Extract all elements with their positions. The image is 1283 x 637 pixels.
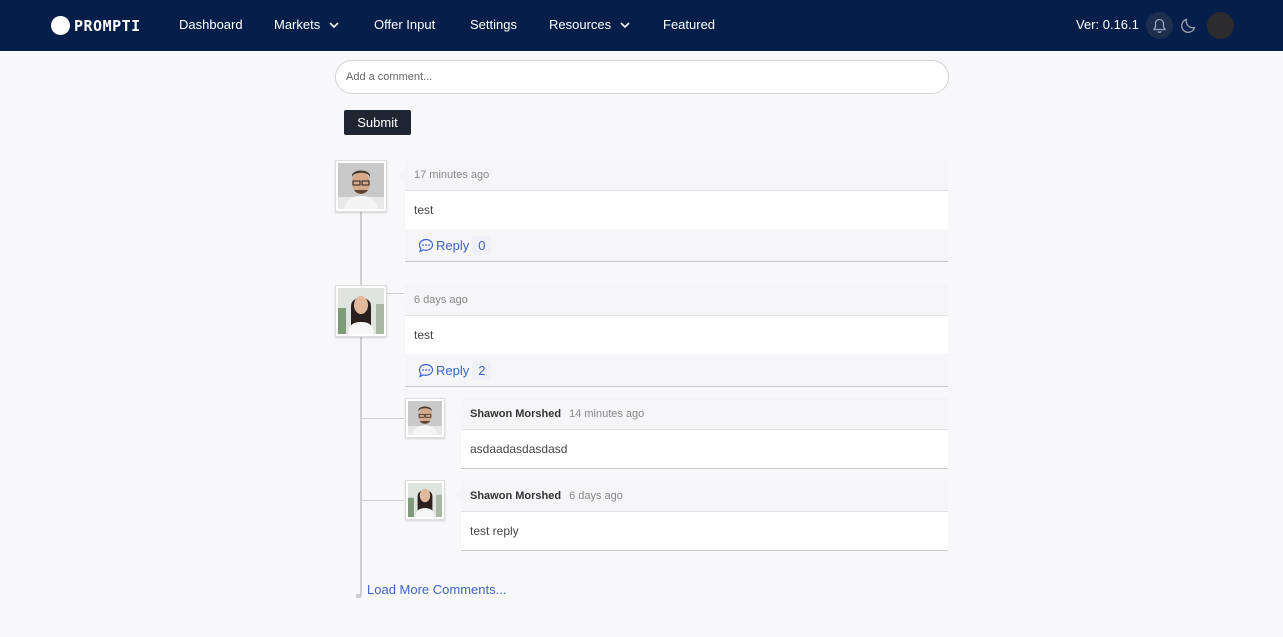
nav-settings-label: Settings	[470, 17, 517, 32]
man-avatar-icon	[338, 163, 384, 209]
card-pointer	[398, 295, 405, 307]
thread-connector	[386, 293, 404, 294]
comment-time: 6 days ago	[414, 294, 468, 306]
comment-footer: Reply 0	[405, 229, 948, 261]
avatar[interactable]	[405, 398, 445, 438]
comment-text-value: test	[414, 328, 434, 342]
nav-dashboard[interactable]: Dashboard	[179, 17, 243, 32]
comment-time: 17 minutes ago	[414, 169, 490, 181]
reply-label: Reply	[436, 362, 470, 378]
reply-text: test reply	[461, 512, 948, 550]
reply-card: Shawon Morshed 14 minutes ago asdaadasda…	[454, 398, 948, 469]
comment-header: 6 days ago	[405, 285, 948, 316]
reply-header: Shawon Morshed 14 minutes ago	[461, 398, 948, 430]
chevron-down-icon	[329, 21, 339, 28]
reply-author[interactable]: Shawon Morshed	[470, 490, 561, 502]
nav-featured-label: Featured	[663, 17, 716, 32]
reply-count: 0	[472, 235, 492, 255]
chat-bubble-icon	[418, 238, 434, 253]
card-pointer	[454, 489, 461, 501]
comment-card: 17 minutes ago test Reply 0	[398, 160, 948, 262]
nav-offer-input[interactable]: Offer Input	[374, 17, 435, 32]
theme-toggle[interactable]	[1178, 15, 1198, 35]
comment-text-value: test	[414, 203, 434, 217]
reply-card: Shawon Morshed 6 days ago test reply	[454, 480, 948, 551]
comment-text: test	[405, 191, 948, 229]
comment-header: 17 minutes ago	[405, 160, 948, 191]
comment-input[interactable]	[335, 60, 949, 94]
moon-icon	[1180, 18, 1195, 33]
reply-count: 2	[472, 360, 492, 380]
comment-text: test	[405, 316, 948, 354]
nav-markets[interactable]: Markets	[274, 17, 339, 32]
version-label: Ver: 0.16.1	[1076, 17, 1139, 32]
thread-line-end	[356, 594, 361, 598]
reply-text-value: test reply	[470, 524, 519, 538]
woman-avatar-icon	[338, 288, 384, 334]
nav-resources[interactable]: Resources	[549, 17, 630, 32]
reply-text-value: asdaadasdasdasd	[470, 442, 568, 456]
load-more-comments-link[interactable]: Load More Comments...	[367, 582, 506, 597]
reply-header: Shawon Morshed 6 days ago	[461, 480, 948, 512]
avatar[interactable]	[335, 160, 387, 212]
nav-dashboard-label: Dashboard	[179, 17, 243, 32]
nav-settings[interactable]: Settings	[470, 17, 517, 32]
brand-logo[interactable]: PROMPTI	[51, 16, 141, 35]
notifications-button[interactable]	[1146, 12, 1173, 39]
submit-button[interactable]: Submit	[344, 110, 411, 135]
reply-time: 14 minutes ago	[569, 407, 645, 420]
chat-bubble-icon	[418, 363, 434, 378]
reply-label: Reply	[436, 237, 470, 253]
thread-connector	[361, 500, 404, 501]
nav-featured[interactable]: Featured	[663, 17, 715, 32]
nav-resources-label: Resources	[549, 17, 612, 32]
reply-button[interactable]: Reply	[418, 238, 469, 253]
reply-text: asdaadasdasdasd	[461, 430, 948, 468]
user-avatar[interactable]	[1207, 12, 1234, 39]
comment-card: 6 days ago test Reply 2	[398, 285, 948, 387]
comment-footer: Reply 2	[405, 354, 948, 386]
nav-offer-input-label: Offer Input	[374, 17, 436, 32]
brand-name: PROMPTI	[74, 16, 141, 35]
brand-circle-icon	[51, 16, 70, 35]
man-avatar-icon	[408, 401, 442, 435]
card-pointer	[454, 407, 461, 419]
reply-button[interactable]: Reply	[418, 363, 469, 378]
chevron-down-icon	[620, 21, 630, 28]
bell-icon	[1152, 18, 1167, 33]
reply-author[interactable]: Shawon Morshed	[470, 408, 561, 420]
woman-avatar-icon	[408, 483, 442, 517]
thread-line	[360, 210, 362, 596]
avatar[interactable]	[335, 285, 387, 337]
top-navbar: PROMPTI Dashboard Markets Offer Input Se…	[0, 0, 1283, 51]
card-pointer	[398, 170, 405, 182]
reply-time: 6 days ago	[569, 489, 623, 502]
thread-connector	[361, 418, 404, 419]
avatar[interactable]	[405, 480, 445, 520]
nav-markets-label: Markets	[274, 17, 321, 32]
